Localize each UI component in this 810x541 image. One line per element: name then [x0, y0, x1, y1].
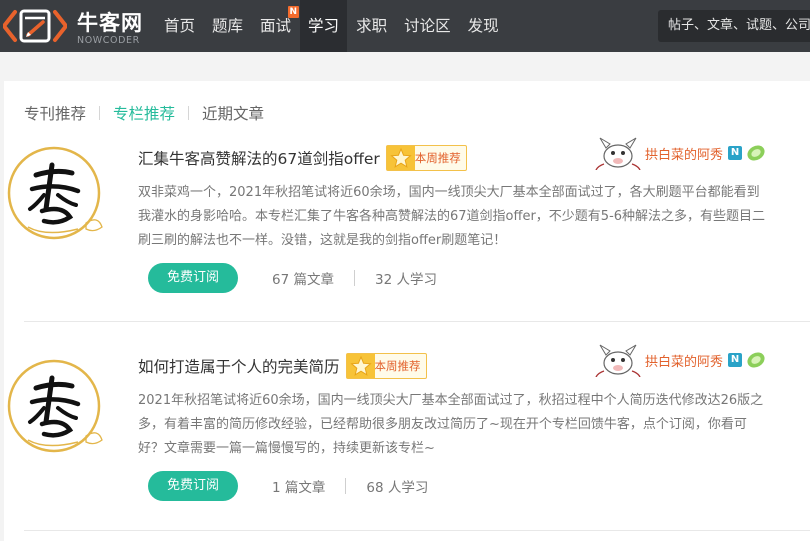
nav-discover-label: 发现 [467, 17, 499, 35]
author-info: 拱白菜的阿秀 N [594, 136, 767, 170]
free-subscribe-button[interactable]: 免费订阅 [148, 263, 238, 293]
article-count: 1 篇文章 [272, 480, 326, 496]
nav-discuss[interactable]: 讨论区 [396, 0, 459, 52]
logo-icon [3, 9, 67, 43]
content-tabs: 专刊推荐 专栏推荐 近期文章 [24, 102, 264, 124]
author-level-badge: N [728, 146, 743, 160]
nowcoder-logo[interactable]: 牛客网 NOWCODER [3, 4, 155, 48]
tab-journal-recommend[interactable]: 专刊推荐 [24, 102, 86, 124]
nav-jobs[interactable]: 求职 [348, 0, 395, 52]
author-level-badge: N [728, 353, 743, 367]
column-recommend-panel: 专刊推荐 专栏推荐 近期文章 汇集牛客高赞解法的67道剑指offer 本周推荐 [4, 81, 810, 541]
search-placeholder: 帖子、文章、试题、公司 [668, 18, 810, 33]
tab-recent-articles[interactable]: 近期文章 [202, 102, 264, 124]
nav-discover[interactable]: 发现 [460, 0, 507, 52]
search-input[interactable]: 帖子、文章、试题、公司 [658, 10, 810, 42]
tab-divider [99, 106, 101, 120]
weekly-recommend-label: 本周推荐 [374, 359, 421, 373]
article-count: 67 篇文章 [272, 272, 334, 288]
logo-subtitle: NOWCODER [77, 35, 140, 46]
nav-interview-label: 面试 [260, 17, 292, 35]
nav-question-bank[interactable]: 题库 [204, 0, 251, 52]
new-badge: N [287, 6, 300, 18]
learner-count: 68 人学习 [366, 480, 429, 496]
tab-column-recommend[interactable]: 专栏推荐 [113, 102, 175, 124]
nav-learn[interactable]: 学习 [300, 0, 348, 52]
column-title-row: 如何打造属于个人的完美简历 本周推荐 [138, 353, 427, 379]
nav-jobs-label: 求职 [356, 17, 388, 35]
nav-learn-label: 学习 [308, 17, 340, 35]
meta-divider [345, 478, 347, 494]
column-meta-row: 免费订阅 1 篇文章 68 人学习 [148, 471, 428, 501]
author-name[interactable]: 拱白菜的阿秀 [645, 351, 723, 370]
weekly-recommend-badge: 本周推荐 [385, 145, 467, 171]
author-info: 拱白菜的阿秀 N [594, 343, 767, 377]
column-cover-avatar[interactable] [6, 145, 106, 245]
logo-title: 牛客网 [77, 11, 143, 35]
meta-divider [353, 270, 355, 286]
author-avatar[interactable] [594, 136, 642, 170]
nav-home-label: 首页 [164, 17, 196, 35]
nav-discuss-label: 讨论区 [404, 17, 451, 35]
medal-icon [747, 352, 765, 368]
column-meta-row: 免费订阅 67 篇文章 32 人学习 [148, 263, 437, 293]
nav-home[interactable]: 首页 [156, 0, 203, 52]
column-description: 双非菜鸡一个，2021年秋招笔试将近60余场，国内一线顶尖大厂基本全部面试过了，… [138, 185, 766, 248]
nav-question-bank-label: 题库 [212, 17, 244, 35]
medal-icon [747, 145, 765, 161]
tab-divider [188, 106, 190, 120]
column-description: 2021年秋招笔试将近60余场，国内一线顶尖大厂基本全部面试过了，秋招过程中个人… [138, 393, 764, 456]
author-avatar[interactable] [594, 343, 642, 377]
weekly-recommend-badge: 本周推荐 [345, 353, 427, 379]
column-cover-avatar[interactable] [6, 358, 106, 458]
column-title-row: 汇集牛客高赞解法的67道剑指offer 本周推荐 [138, 145, 467, 171]
author-name[interactable]: 拱白菜的阿秀 [645, 144, 723, 163]
column-title[interactable]: 如何打造属于个人的完美简历 [138, 355, 340, 377]
star-icon [346, 354, 375, 378]
nav-interview[interactable]: 面试 N [252, 0, 300, 52]
star-icon [386, 146, 415, 170]
main-nav: 首页 题库 面试 N 学习 求职 讨论区 发现 [156, 0, 508, 52]
card-divider [24, 321, 810, 322]
weekly-recommend-label: 本周推荐 [414, 151, 461, 165]
free-subscribe-button[interactable]: 免费订阅 [148, 471, 238, 501]
learner-count: 32 人学习 [374, 272, 437, 288]
column-title[interactable]: 汇集牛客高赞解法的67道剑指offer [138, 147, 380, 169]
card-divider [24, 530, 810, 531]
top-navigation-bar: 牛客网 NOWCODER 首页 题库 面试 N 学习 求职 讨论区 发现 帖子、… [0, 0, 810, 52]
